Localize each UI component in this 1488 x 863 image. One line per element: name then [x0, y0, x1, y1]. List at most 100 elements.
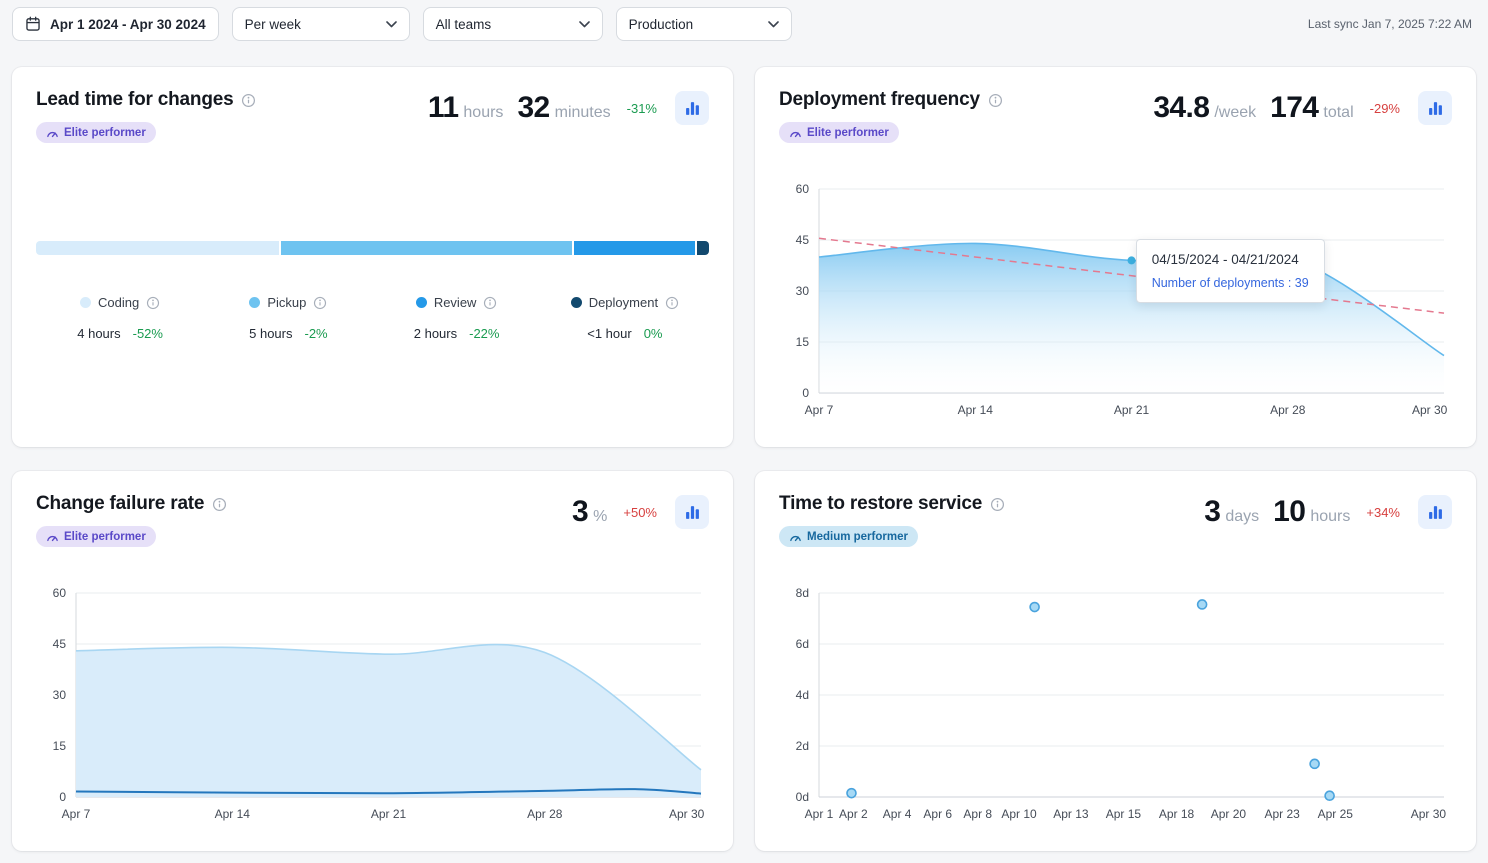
- info-icon[interactable]: [665, 296, 679, 310]
- chevron-down-icon: [768, 21, 779, 28]
- period-select[interactable]: Per week: [232, 7, 410, 41]
- svg-text:Apr 7: Apr 7: [62, 807, 91, 821]
- stage-value-item: 2 hours-22%: [373, 326, 541, 341]
- svg-text:Apr 28: Apr 28: [1270, 403, 1306, 417]
- chevron-down-icon: [579, 21, 590, 28]
- stage-delta: 0%: [644, 326, 663, 341]
- metric-hours: 11hours: [428, 91, 504, 125]
- bar-chart-button[interactable]: [675, 91, 709, 125]
- svg-text:Apr 23: Apr 23: [1264, 807, 1300, 821]
- card-change-failure-rate: Change failure rate Elite performer: [12, 471, 733, 851]
- gauge-icon: [46, 532, 59, 542]
- info-icon[interactable]: [241, 93, 256, 108]
- chevron-down-icon: [386, 21, 397, 28]
- info-icon[interactable]: [313, 296, 327, 310]
- environment-select-value: Production: [629, 17, 694, 32]
- performer-badge: Elite performer: [779, 122, 899, 143]
- bar-chart-icon: [685, 505, 700, 520]
- stage-delta: -52%: [133, 326, 163, 341]
- change-failure-rate-chart[interactable]: 015304560Apr 7Apr 14Apr 21Apr 28Apr 30: [36, 583, 709, 827]
- svg-text:Apr 30: Apr 30: [669, 807, 705, 821]
- svg-text:30: 30: [53, 688, 67, 702]
- delta-badge: -31%: [627, 101, 657, 116]
- svg-text:30: 30: [796, 284, 810, 298]
- info-icon[interactable]: [483, 296, 497, 310]
- stage-dot: [571, 297, 582, 308]
- svg-text:45: 45: [53, 637, 67, 651]
- stage-legend-item: Deployment: [541, 295, 709, 310]
- stage-dot: [416, 297, 427, 308]
- bar-chart-icon: [1428, 101, 1443, 116]
- topbar: Apr 1 2024 - Apr 30 2024 Per week All te…: [0, 0, 1488, 49]
- calendar-icon: [25, 16, 41, 32]
- performer-badge: Medium performer: [779, 526, 918, 547]
- metric-per-week: 34.8/week: [1153, 91, 1256, 125]
- stage-values: 4 hours-52%5 hours-2%2 hours-22% <1 hour 0…: [36, 326, 709, 341]
- gauge-icon: [46, 128, 59, 138]
- metric-days: 3days: [1204, 495, 1259, 529]
- svg-text:Apr 8: Apr 8: [963, 807, 992, 821]
- date-range-picker[interactable]: Apr 1 2024 - Apr 30 2024: [12, 7, 219, 41]
- time-to-restore-chart[interactable]: 0d2d4d6d8dApr 1Apr 2Apr 4Apr 6Apr 8Apr 1…: [779, 583, 1452, 827]
- stage-value-item: 5 hours-2%: [204, 326, 372, 341]
- dashboard-grid: Lead time for changes Elite performer: [0, 49, 1488, 863]
- bar-chart-button[interactable]: [675, 495, 709, 529]
- stage-value-item: <1 hour 0%: [541, 326, 709, 341]
- svg-text:Apr 28: Apr 28: [527, 807, 563, 821]
- tooltip-value: Number of deployments : 39: [1152, 276, 1309, 290]
- svg-text:Apr 30: Apr 30: [1411, 807, 1447, 821]
- performer-badge-label: Elite performer: [64, 127, 146, 139]
- stage-value: 5 hours: [249, 326, 292, 341]
- last-sync-label: Last sync Jan 7, 2025 7:22 AM: [1308, 17, 1472, 31]
- svg-text:Apr 6: Apr 6: [923, 807, 952, 821]
- svg-text:Apr 4: Apr 4: [883, 807, 912, 821]
- gauge-icon: [789, 128, 802, 138]
- performer-badge-label: Medium performer: [807, 531, 908, 543]
- environment-select[interactable]: Production: [616, 7, 792, 41]
- stage-value-item: 4 hours-52%: [36, 326, 204, 341]
- bar-chart-button[interactable]: [1418, 91, 1452, 125]
- delta-badge: -29%: [1370, 101, 1400, 116]
- stage-segment-deployment: [697, 241, 709, 255]
- svg-text:4d: 4d: [796, 688, 809, 702]
- svg-text:Apr 7: Apr 7: [805, 403, 834, 417]
- performer-badge-label: Elite performer: [807, 127, 889, 139]
- metric-minutes: 32minutes: [517, 91, 610, 125]
- performer-badge: Elite performer: [36, 526, 156, 547]
- bar-chart-icon: [685, 101, 700, 116]
- info-icon[interactable]: [146, 296, 160, 310]
- metric-group: 34.8/week 174total: [1153, 91, 1353, 125]
- info-icon[interactable]: [212, 497, 227, 512]
- svg-text:Apr 21: Apr 21: [1114, 403, 1150, 417]
- metric-total: 174total: [1270, 91, 1354, 125]
- stage-label: Deployment: [589, 295, 658, 310]
- delta-badge: +50%: [623, 505, 657, 520]
- teams-select-value: All teams: [436, 17, 492, 32]
- date-range-label: Apr 1 2024 - Apr 30 2024: [50, 17, 206, 32]
- stage-value: <1 hour: [587, 326, 631, 341]
- info-icon[interactable]: [990, 497, 1005, 512]
- lead-time-stacked-bar[interactable]: [36, 241, 709, 255]
- svg-text:Apr 2: Apr 2: [839, 807, 868, 821]
- svg-text:Apr 1: Apr 1: [805, 807, 834, 821]
- svg-text:60: 60: [53, 586, 67, 600]
- stage-dot: [249, 297, 260, 308]
- svg-text:Apr 21: Apr 21: [371, 807, 407, 821]
- svg-text:45: 45: [796, 233, 810, 247]
- deployment-frequency-chart[interactable]: 015304560Apr 7Apr 14Apr 21Apr 28Apr 30: [779, 179, 1452, 423]
- bar-chart-button[interactable]: [1418, 495, 1452, 529]
- svg-text:Apr 25: Apr 25: [1318, 807, 1354, 821]
- tooltip-date-range: 04/15/2024 - 04/21/2024: [1152, 252, 1309, 267]
- svg-text:6d: 6d: [796, 637, 809, 651]
- stage-legend-item: Pickup: [204, 295, 372, 310]
- metric-group: 3days 10hours: [1204, 495, 1350, 529]
- svg-text:8d: 8d: [796, 586, 809, 600]
- metric-group: 3%: [572, 495, 607, 529]
- card-title: Deployment frequency: [779, 89, 980, 111]
- info-icon[interactable]: [988, 93, 1003, 108]
- stage-legend: CodingPickupReviewDeployment: [36, 295, 709, 310]
- delta-badge: +34%: [1366, 505, 1400, 520]
- card-deployment-frequency: Deployment frequency Elite performer: [755, 67, 1476, 447]
- teams-select[interactable]: All teams: [423, 7, 603, 41]
- card-title: Time to restore service: [779, 493, 982, 515]
